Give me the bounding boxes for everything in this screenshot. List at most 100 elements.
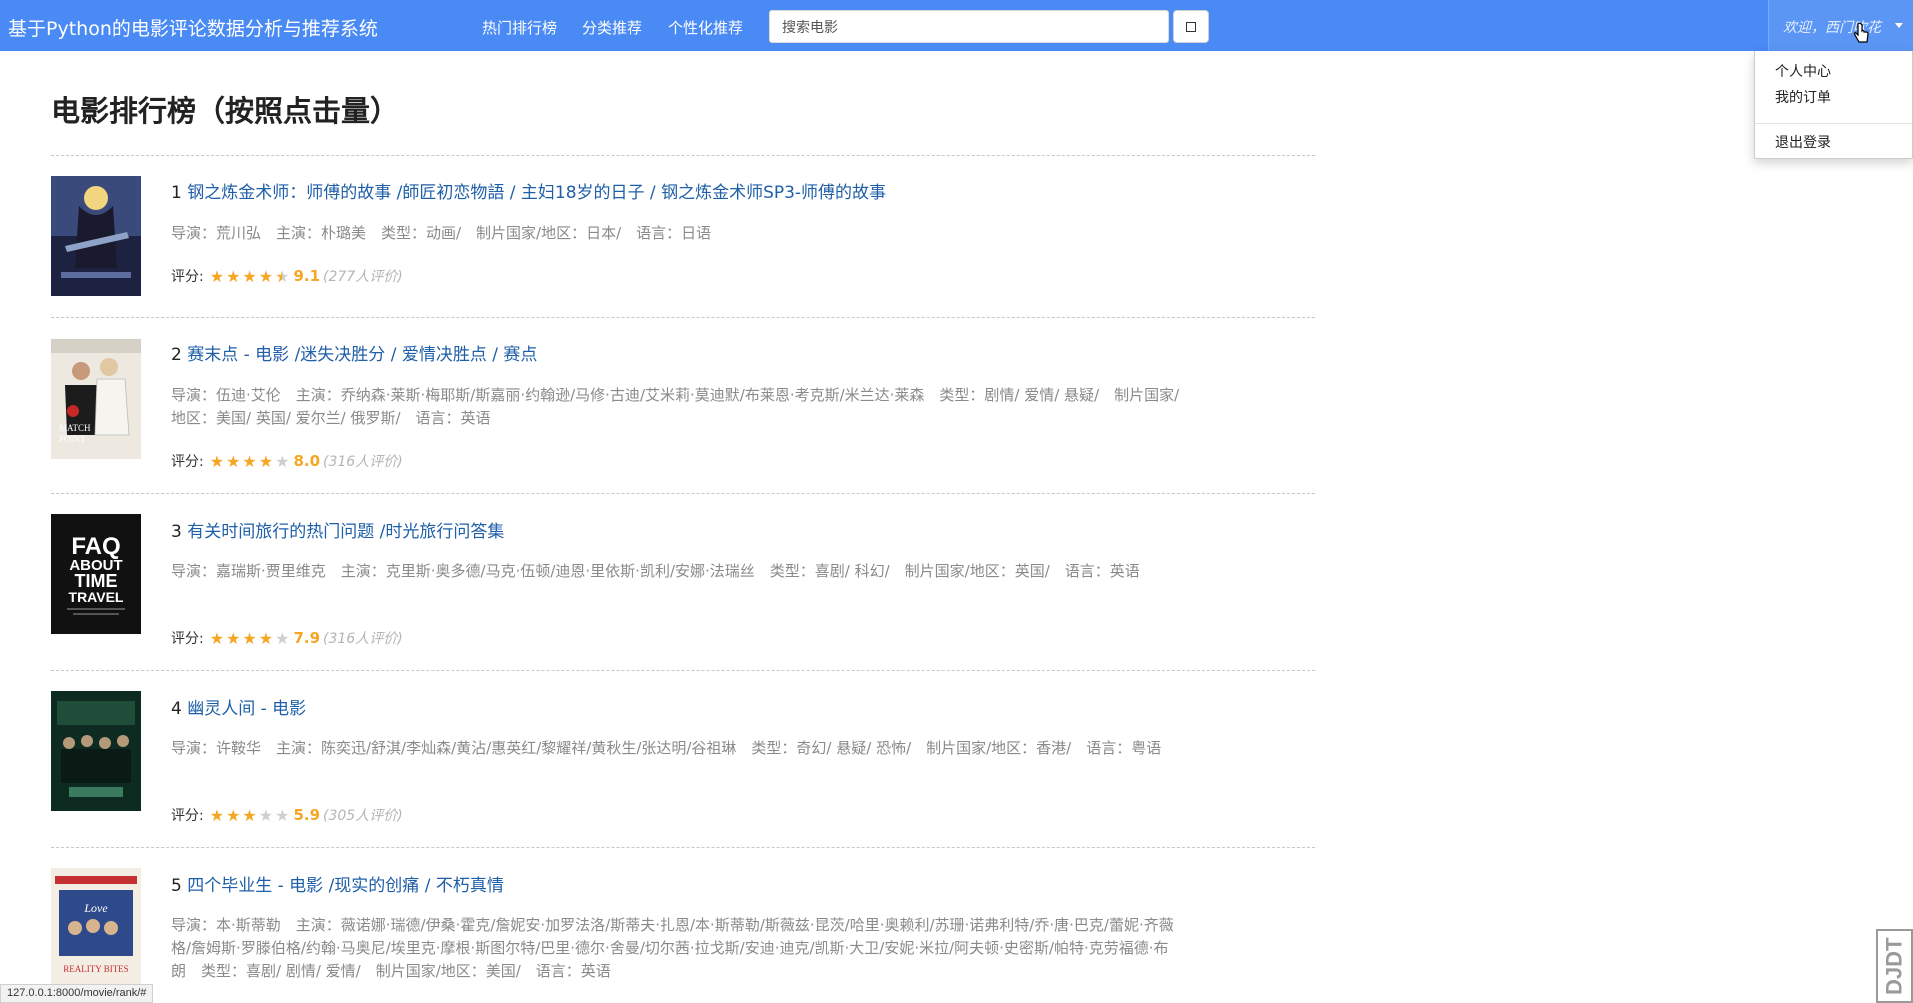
movie-title-link[interactable]: 幽灵人间 - 电影 xyxy=(187,699,306,719)
menu-divider xyxy=(1755,123,1912,124)
movie-rating: 评分: ★ ★ ★ ★ ★ 9.1 (277人评价) xyxy=(171,266,403,286)
movie-poster[interactable]: Love REALITY BITES xyxy=(51,868,141,988)
caret-down-icon xyxy=(1895,23,1903,28)
movie-rank: 2 xyxy=(171,345,182,365)
poster-text: POINT xyxy=(59,434,86,444)
rating-label: 评分: xyxy=(171,808,204,824)
page-title: 电影排行榜（按照点击量） xyxy=(51,94,400,128)
star-icon: ★ xyxy=(275,805,290,825)
poster-image xyxy=(51,176,141,296)
poster-text: Love xyxy=(83,901,108,915)
divider xyxy=(51,847,1315,848)
star-icon: ★ xyxy=(258,805,274,825)
divider xyxy=(51,317,1315,318)
rating-label: 评分: xyxy=(171,454,204,470)
poster-text: TRAVEL xyxy=(69,589,124,605)
nav-hot-ranking[interactable]: 热门排行榜 xyxy=(482,17,557,38)
rating-votes: (316人评价) xyxy=(323,454,403,470)
movie-rating: 评分: ★ ★ ★ ★ ★ 7.9 (316人评价) xyxy=(171,628,403,648)
rating-score: 7.9 xyxy=(293,629,321,647)
star-icon: ★ xyxy=(226,266,241,286)
poster-image: Love REALITY BITES xyxy=(51,868,141,988)
rating-votes: (316人评价) xyxy=(323,631,403,647)
star-icon: ★ xyxy=(258,628,274,648)
poster-text: REALITY BITES xyxy=(63,964,128,974)
poster-text: TIME xyxy=(75,571,118,591)
movie-title: 5 四个毕业生 - 电影 /现实的创痛 / 不朽真情 xyxy=(171,871,504,896)
star-icon: ★ xyxy=(258,266,274,286)
star-icon: ★ xyxy=(226,805,241,825)
rating-label: 评分: xyxy=(171,269,204,285)
poster-text: FAQ xyxy=(71,533,120,560)
star-icon: ★ xyxy=(275,266,290,286)
rating-votes: (277人评价) xyxy=(323,269,403,285)
poster-text: MATCH xyxy=(59,423,91,433)
star-icon: ★ xyxy=(226,628,241,648)
star-icon: ★ xyxy=(242,805,257,825)
movie-info: 导演：许鞍华 主演：陈奕迅/舒淇/李灿森/黄沾/惠英红/黎耀祥/黄秋生/张达明/… xyxy=(171,739,1162,757)
search-icon xyxy=(1186,21,1196,32)
divider xyxy=(51,670,1315,671)
rating-votes: (305人评价) xyxy=(323,808,403,824)
star-icon: ★ xyxy=(209,451,225,471)
movie-poster[interactable]: FAQ ABOUT TIME TRAVEL xyxy=(51,514,141,634)
debug-toolbar-handle[interactable]: DJDT xyxy=(1876,929,1913,1003)
hand-cursor-icon xyxy=(1854,22,1869,43)
star-icon: ★ xyxy=(275,628,290,648)
nav-category-recommend[interactable]: 分类推荐 xyxy=(582,17,642,38)
star-icon: ★ xyxy=(242,266,257,286)
star-icon: ★ xyxy=(242,628,257,648)
movie-title-link[interactable]: 钢之炼金术师：师傅的故事 /師匠初恋物語 / 主妇18岁的日子 / 钢之炼金术师… xyxy=(187,183,886,203)
poster-image: FAQ ABOUT TIME TRAVEL xyxy=(51,514,141,634)
star-icon: ★ xyxy=(209,805,225,825)
movie-poster[interactable] xyxy=(51,176,141,296)
rating-score: 5.9 xyxy=(293,806,321,824)
star-icon: ★ xyxy=(226,451,241,471)
rating-stars: ★ ★ ★ ★ ★ xyxy=(210,267,292,286)
rating-score: 9.1 xyxy=(293,267,321,285)
star-icon: ★ xyxy=(275,451,290,471)
movie-info: 导演：本·斯蒂勒 主演：薇诺娜·瑞德/伊桑·霍克/詹妮安·加罗法洛/斯蒂夫·扎恩… xyxy=(171,916,1174,980)
search-input[interactable] xyxy=(769,10,1169,43)
menu-item-logout[interactable]: 退出登录 xyxy=(1775,132,1831,152)
movie-info: 导演：伍迪·艾伦 主演：乔纳森·莱斯·梅耶斯/斯嘉丽·约翰逊/马修·古迪/艾米莉… xyxy=(171,386,1180,427)
movie-title-link[interactable]: 四个毕业生 - 电影 /现实的创痛 / 不朽真情 xyxy=(187,876,504,896)
poster-image: MATCH POINT xyxy=(51,339,141,459)
rating-stars: ★ ★ ★ ★ ★ xyxy=(210,629,292,648)
movie-rank: 3 xyxy=(171,522,182,542)
movie-info: 导演：嘉瑞斯·贾里维克 主演：克里斯·奥多德/马克·伍顿/迪恩·里依斯·凯利/安… xyxy=(171,562,1140,580)
user-dropdown-menu: 个人中心 我的订单 退出登录 xyxy=(1754,51,1913,159)
site-brand[interactable]: 基于Python的电影评论数据分析与推荐系统 xyxy=(8,14,378,41)
star-icon: ★ xyxy=(242,451,257,471)
movie-rank: 1 xyxy=(171,183,182,203)
movie-title: 3 有关时间旅行的热门问题 /时光旅行问答集 xyxy=(171,517,504,542)
movie-rating: 评分: ★ ★ ★ ★ ★ 5.9 (305人评价) xyxy=(171,805,403,825)
divider xyxy=(51,155,1315,156)
movie-rank: 5 xyxy=(171,876,182,896)
movie-poster[interactable]: MATCH POINT xyxy=(51,339,141,459)
movie-title: 4 幽灵人间 - 电影 xyxy=(171,694,306,719)
movie-title-link[interactable]: 有关时间旅行的热门问题 /时光旅行问答集 xyxy=(187,522,504,542)
movie-title: 1 钢之炼金术师：师傅的故事 /師匠初恋物語 / 主妇18岁的日子 / 钢之炼金… xyxy=(171,178,886,203)
rating-stars: ★ ★ ★ ★ ★ xyxy=(210,806,292,825)
top-navbar: 基于Python的电影评论数据分析与推荐系统 热门排行榜 分类推荐 个性化推荐 … xyxy=(0,0,1913,51)
rating-score: 8.0 xyxy=(293,452,321,470)
rating-stars: ★ ★ ★ ★ ★ xyxy=(210,452,292,471)
star-icon: ★ xyxy=(209,266,225,286)
movie-info: 导演：荒川弘 主演：朴璐美 类型：动画/ 制片国家/地区：日本/ 语言：日语 xyxy=(171,224,712,242)
movie-poster[interactable] xyxy=(51,691,141,811)
menu-item-orders[interactable]: 我的订单 xyxy=(1775,87,1831,107)
rating-label: 评分: xyxy=(171,631,204,647)
star-icon: ★ xyxy=(258,451,274,471)
divider xyxy=(51,493,1315,494)
movie-rating: 评分: ★ ★ ★ ★ ★ 8.0 (316人评价) xyxy=(171,451,403,471)
menu-item-profile[interactable]: 个人中心 xyxy=(1775,61,1831,81)
search-button[interactable] xyxy=(1173,10,1209,43)
user-menu-toggle[interactable]: 欢迎，西门吹花 xyxy=(1768,0,1913,51)
movie-title: 2 赛末点 - 电影 /迷失决胜分 / 爱情决胜点 / 赛点 xyxy=(171,340,537,365)
nav-personal-recommend[interactable]: 个性化推荐 xyxy=(668,17,743,38)
movie-title-link[interactable]: 赛末点 - 电影 /迷失决胜分 / 爱情决胜点 / 赛点 xyxy=(187,345,537,365)
browser-status-bar: 127.0.0.1:8000/movie/rank/# xyxy=(0,984,154,1003)
star-icon: ★ xyxy=(209,628,225,648)
poster-image xyxy=(51,691,141,811)
